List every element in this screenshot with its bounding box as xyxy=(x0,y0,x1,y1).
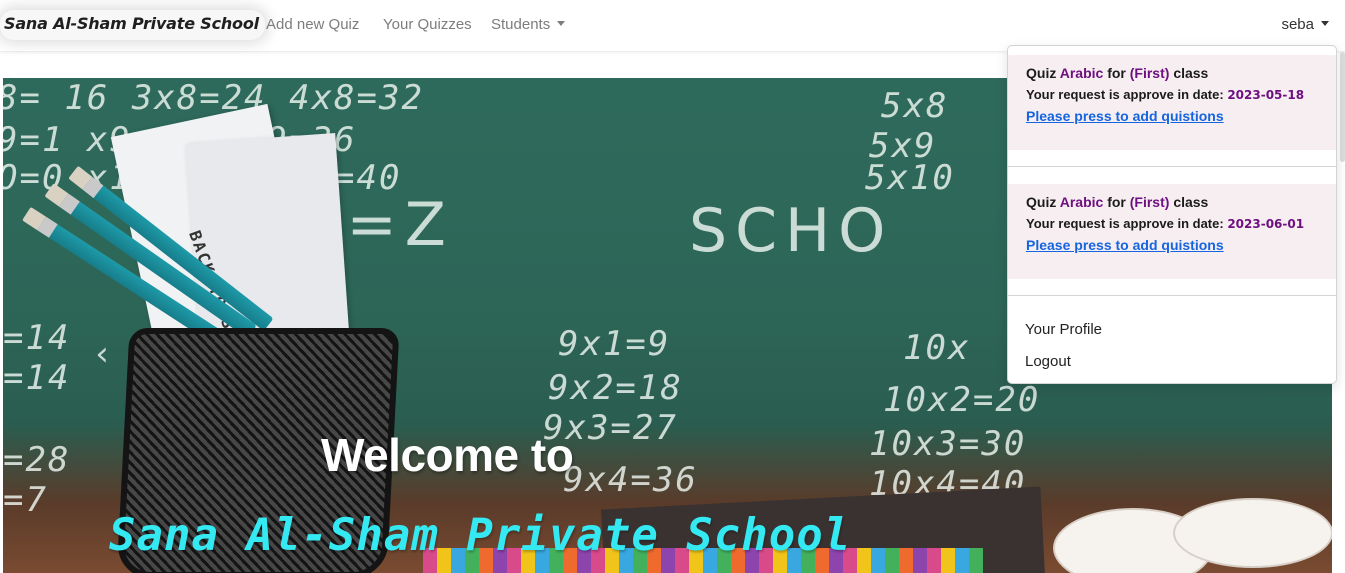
user-menu-toggle[interactable]: seba xyxy=(1281,16,1329,33)
notification-message-text: Your request is approve in date: xyxy=(1026,216,1224,231)
user-dropdown-menu: Quiz Arabic for (First) class Your reque… xyxy=(1007,45,1337,384)
notification-suffix: class xyxy=(1173,194,1209,210)
board-equation: 9x4=36 xyxy=(563,460,698,500)
board-equation: =14 xyxy=(3,318,71,358)
board-equation: =14 xyxy=(3,358,71,398)
nav-add-new-quiz[interactable]: Add new Quiz xyxy=(266,16,359,33)
hero-school-name: Sana Al-Sham Private School xyxy=(109,510,852,561)
caret-down-icon xyxy=(557,21,566,26)
nav-students-dropdown[interactable]: Students xyxy=(491,16,566,33)
dropdown-divider xyxy=(1008,295,1336,296)
notification-subject: Arabic xyxy=(1059,65,1104,81)
board-equation: 10x xyxy=(903,328,971,368)
board-equation: =28 xyxy=(3,440,71,480)
add-questions-link[interactable]: Please press to add quistions xyxy=(1026,236,1224,254)
board-equation: 9x2=18 xyxy=(548,368,683,408)
chevron-left-icon[interactable]: ‹ xyxy=(87,334,117,374)
nav-your-quizzes[interactable]: Your Quizzes xyxy=(383,16,472,33)
board-equation: 10x3=30 xyxy=(869,424,1027,464)
notification-prefix: Quiz xyxy=(1026,194,1057,210)
logout-link[interactable]: Logout xyxy=(1025,353,1071,370)
board-equation: 5x10 xyxy=(865,158,955,198)
notification-subject: Arabic xyxy=(1059,194,1104,210)
add-questions-link[interactable]: Please press to add quistions xyxy=(1026,107,1224,125)
notification-item: Quiz Arabic for (First) class Your reque… xyxy=(1008,55,1336,150)
notification-item: Quiz Arabic for (First) class Your reque… xyxy=(1008,184,1336,279)
notification-suffix: class xyxy=(1173,65,1209,81)
page-scrollbar[interactable] xyxy=(1340,52,1345,162)
brand-link[interactable]: Sana Al-Sham Private School xyxy=(0,10,265,40)
notification-for: for xyxy=(1107,194,1126,210)
notification-date: 2023-05-18 xyxy=(1227,88,1305,102)
board-equation: 8= 16 3x8=24 4x8=32 xyxy=(3,78,424,118)
notification-class: (First) xyxy=(1129,194,1170,210)
board-equation: 10x2=20 xyxy=(883,380,1041,420)
notification-title: Quiz Arabic for (First) class xyxy=(1026,64,1318,82)
board-equation: =7 xyxy=(3,480,48,520)
notification-prefix: Quiz xyxy=(1026,65,1057,81)
notification-for: for xyxy=(1107,65,1126,81)
caret-down-icon xyxy=(1321,21,1329,26)
dropdown-divider xyxy=(1008,166,1336,167)
your-profile-link[interactable]: Your Profile xyxy=(1025,321,1102,338)
notification-message: Your request is approve in date: 2023-06… xyxy=(1026,215,1318,233)
board-equation: 5x8 xyxy=(881,86,949,126)
notification-message: Your request is approve in date: 2023-05… xyxy=(1026,86,1318,104)
nav-students-label: Students xyxy=(491,16,551,33)
notification-title: Quiz Arabic for (First) class xyxy=(1026,193,1318,211)
user-name: seba xyxy=(1281,16,1314,33)
notification-message-text: Your request is approve in date: xyxy=(1026,87,1224,102)
notification-date: 2023-06-01 xyxy=(1227,217,1305,231)
notification-class: (First) xyxy=(1129,65,1170,81)
hero-welcome: Welcome to xyxy=(321,429,574,481)
board-equation: 9x1=9 xyxy=(558,324,671,364)
flash-card-image xyxy=(1173,498,1332,568)
board-scribble: SCHO xyxy=(689,196,894,266)
